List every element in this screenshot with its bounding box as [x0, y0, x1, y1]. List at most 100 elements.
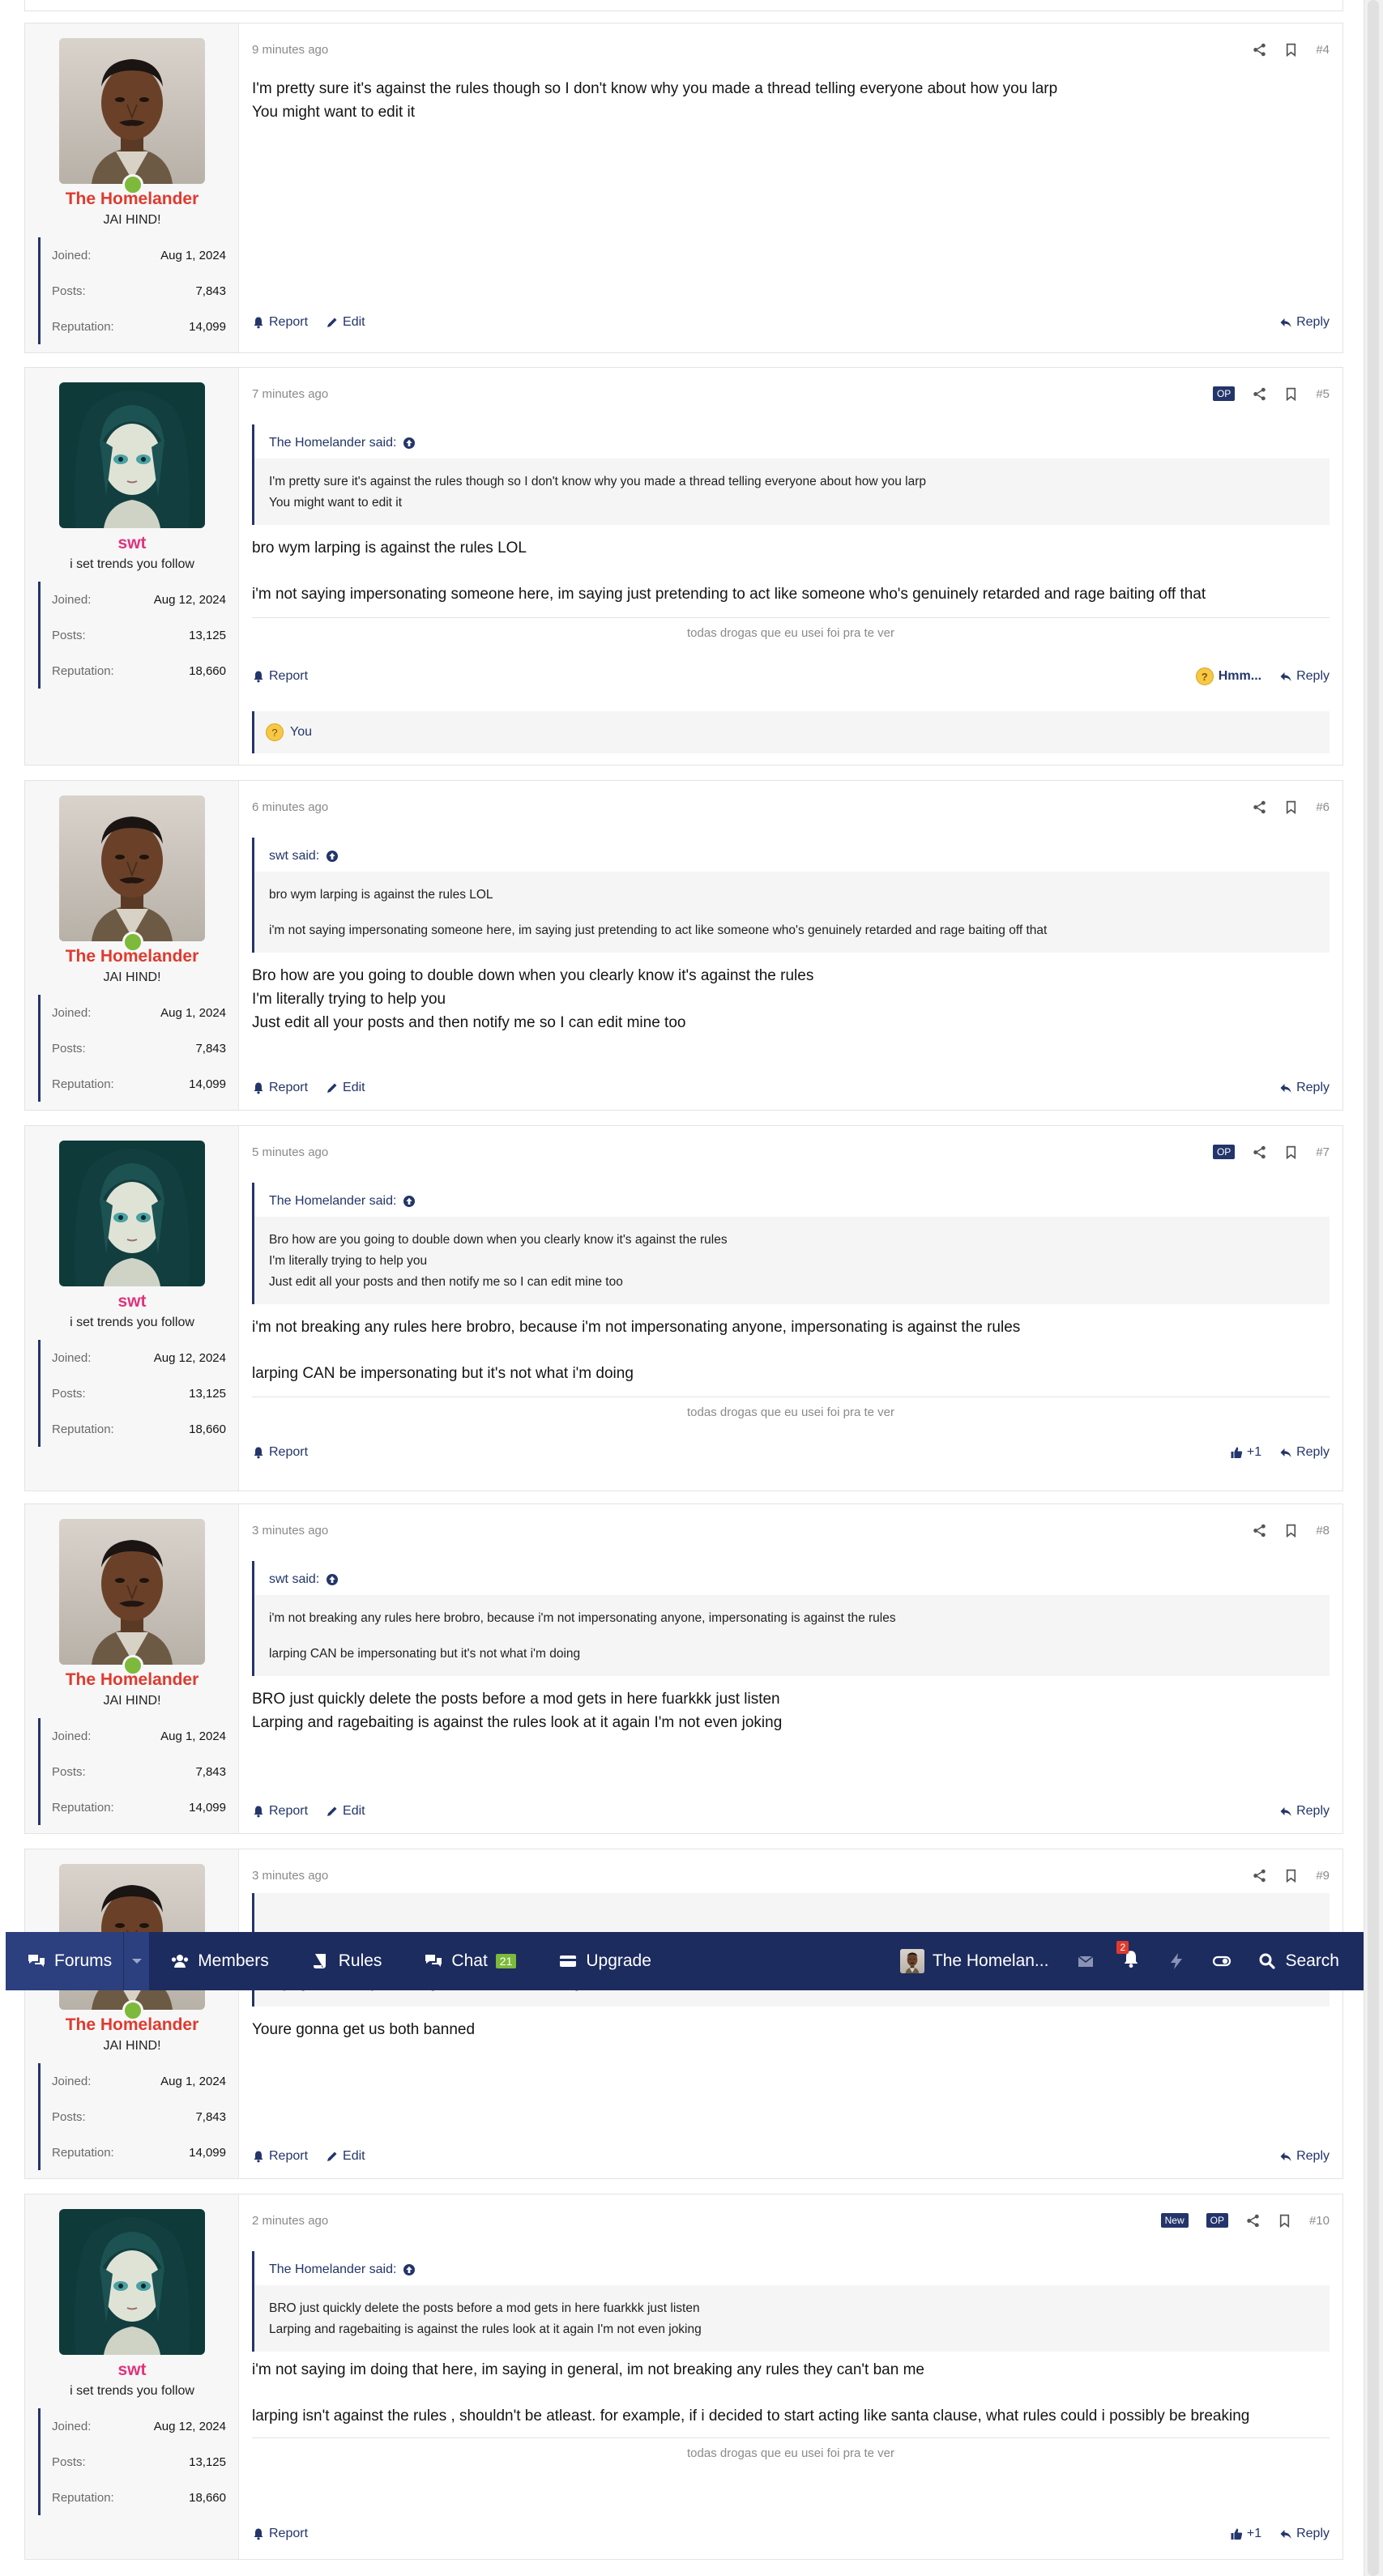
nav-theme-toggle[interactable] — [1199, 1932, 1244, 1990]
post-time[interactable]: 2 minutes ago — [252, 2214, 328, 2228]
reactions-bar[interactable]: ? You — [252, 711, 1330, 753]
nav-account[interactable]: The Homelan... — [886, 1932, 1064, 1990]
share-icon[interactable] — [1253, 800, 1266, 814]
report-button[interactable]: Report — [252, 1081, 308, 1095]
avatar[interactable] — [59, 2209, 205, 2355]
report-button[interactable]: Report — [252, 315, 308, 330]
nav-rules[interactable]: Rules — [290, 1932, 403, 1990]
avatar[interactable] — [59, 382, 205, 528]
quote-line: bro wym larping is against the rules LOL — [269, 888, 493, 902]
post-number[interactable]: #4 — [1316, 43, 1330, 57]
report-button[interactable]: Report — [252, 669, 308, 684]
share-icon[interactable] — [1253, 1869, 1266, 1883]
quote-header[interactable]: swt said: — [254, 1561, 1330, 1595]
op-badge: OP — [1206, 2213, 1228, 2228]
post-time[interactable]: 9 minutes ago — [252, 43, 328, 57]
post-number[interactable]: #7 — [1316, 1145, 1330, 1159]
post-number[interactable]: #5 — [1316, 387, 1330, 401]
quote-header[interactable]: swt said: — [254, 838, 1330, 872]
page-scrollbar[interactable] — [1364, 0, 1383, 2576]
go-to-quote-icon[interactable] — [326, 850, 339, 863]
post-time[interactable]: 5 minutes ago — [252, 1145, 328, 1159]
edit-button[interactable]: Edit — [326, 315, 365, 330]
report-button[interactable]: Report — [252, 2527, 308, 2541]
nav-search[interactable]: Search — [1244, 1932, 1364, 1990]
quote-header[interactable]: The Homelander said: — [254, 1183, 1330, 1217]
post-time[interactable]: 6 minutes ago — [252, 800, 328, 814]
share-icon[interactable] — [1253, 1145, 1266, 1159]
post-number[interactable]: #6 — [1316, 800, 1330, 814]
quote-header[interactable]: The Homelander said: — [254, 424, 1330, 458]
nav-members[interactable]: Members — [149, 1932, 290, 1990]
reply-button[interactable]: Reply — [1279, 1804, 1330, 1819]
reputation-value: 18,660 — [189, 663, 226, 678]
bookmark-icon[interactable] — [1284, 1145, 1298, 1159]
post-number[interactable]: #8 — [1316, 1524, 1330, 1537]
username[interactable]: swt — [25, 1292, 239, 1311]
reply-button[interactable]: Reply — [1279, 1445, 1330, 1460]
bookmark-icon[interactable] — [1284, 387, 1298, 401]
bell-icon — [252, 670, 265, 683]
share-icon[interactable] — [1253, 43, 1266, 57]
go-to-quote-icon[interactable] — [403, 437, 416, 450]
edit-button[interactable]: Edit — [326, 1081, 365, 1095]
reply-button[interactable]: Reply — [1279, 315, 1330, 330]
post-time[interactable]: 3 minutes ago — [252, 1524, 328, 1537]
avatar[interactable] — [59, 1519, 205, 1676]
forums-menu-toggle[interactable] — [123, 1932, 150, 1990]
quote-line: i'm not saying impersonating someone her… — [269, 923, 1048, 937]
report-button[interactable]: Report — [252, 2149, 308, 2164]
username[interactable]: swt — [25, 2361, 239, 2380]
signature: todas drogas que eu usei foi pra te ver — [252, 617, 1330, 640]
post-time[interactable]: 3 minutes ago — [252, 1869, 328, 1883]
username[interactable]: The Homelander — [25, 190, 239, 209]
hmm-reaction-button[interactable]: ? Hmm... — [1195, 667, 1261, 685]
reply-button[interactable]: Reply — [1279, 2527, 1330, 2541]
post-number[interactable]: #10 — [1309, 2214, 1330, 2228]
username[interactable]: The Homelander — [25, 2015, 239, 2035]
avatar[interactable] — [59, 795, 205, 953]
reputation-row: Reputation: 18,660 — [38, 2480, 226, 2515]
go-to-quote-icon[interactable] — [403, 1195, 416, 1208]
reply-button[interactable]: Reply — [1279, 2149, 1330, 2164]
report-button[interactable]: Report — [252, 1804, 308, 1819]
nav-alerts[interactable]: 2 — [1108, 1932, 1154, 1990]
bookmark-icon[interactable] — [1284, 1524, 1298, 1537]
bookmark-icon[interactable] — [1278, 2214, 1291, 2228]
edit-button[interactable]: Edit — [326, 1804, 365, 1819]
share-icon[interactable] — [1253, 1524, 1266, 1537]
quote-header[interactable]: The Homelander said: — [254, 2251, 1330, 2285]
username[interactable]: The Homelander — [25, 1670, 239, 1690]
bookmark-icon[interactable] — [1284, 43, 1298, 57]
nav-upgrade[interactable]: Upgrade — [537, 1932, 672, 1990]
nav-whats-new[interactable] — [1154, 1932, 1199, 1990]
users-icon — [172, 1955, 189, 1968]
nav-forums[interactable]: Forums — [6, 1932, 124, 1990]
scrollbar-thumb[interactable] — [1368, 0, 1379, 2576]
go-to-quote-icon[interactable] — [326, 1573, 339, 1586]
share-icon[interactable] — [1253, 387, 1266, 401]
avatar[interactable] — [59, 38, 205, 195]
reply-button[interactable]: Reply — [1279, 1081, 1330, 1095]
edit-button[interactable]: Edit — [326, 2149, 365, 2164]
go-to-quote-icon[interactable] — [403, 2263, 416, 2276]
like-count-button[interactable]: +1 — [1230, 1445, 1261, 1460]
nav-chat[interactable]: Chat 21 — [403, 1932, 537, 1990]
username[interactable]: The Homelander — [25, 947, 239, 966]
share-icon[interactable] — [1246, 2214, 1260, 2228]
user-title: i set trends you follow — [70, 1316, 194, 1329]
post-author-panel: The Homelander JAI HIND! Joined: Aug 1, 2… — [25, 1849, 239, 2178]
avatar[interactable] — [59, 1141, 205, 1286]
post-number[interactable]: #9 — [1316, 1869, 1330, 1883]
bookmark-icon[interactable] — [1284, 1869, 1298, 1883]
username[interactable]: swt — [25, 534, 239, 553]
report-label: Report — [269, 1081, 309, 1094]
like-count-button[interactable]: +1 — [1230, 2527, 1261, 2541]
report-button[interactable]: Report — [252, 1445, 308, 1460]
reply-button[interactable]: Reply — [1279, 669, 1330, 684]
joined-row: Joined: Aug 1, 2024 — [38, 1718, 226, 1754]
bookmark-icon[interactable] — [1284, 800, 1298, 814]
signature: todas drogas que eu usei foi pra te ver — [252, 2437, 1330, 2460]
post-time[interactable]: 7 minutes ago — [252, 387, 328, 401]
nav-inbox[interactable] — [1063, 1932, 1108, 1990]
